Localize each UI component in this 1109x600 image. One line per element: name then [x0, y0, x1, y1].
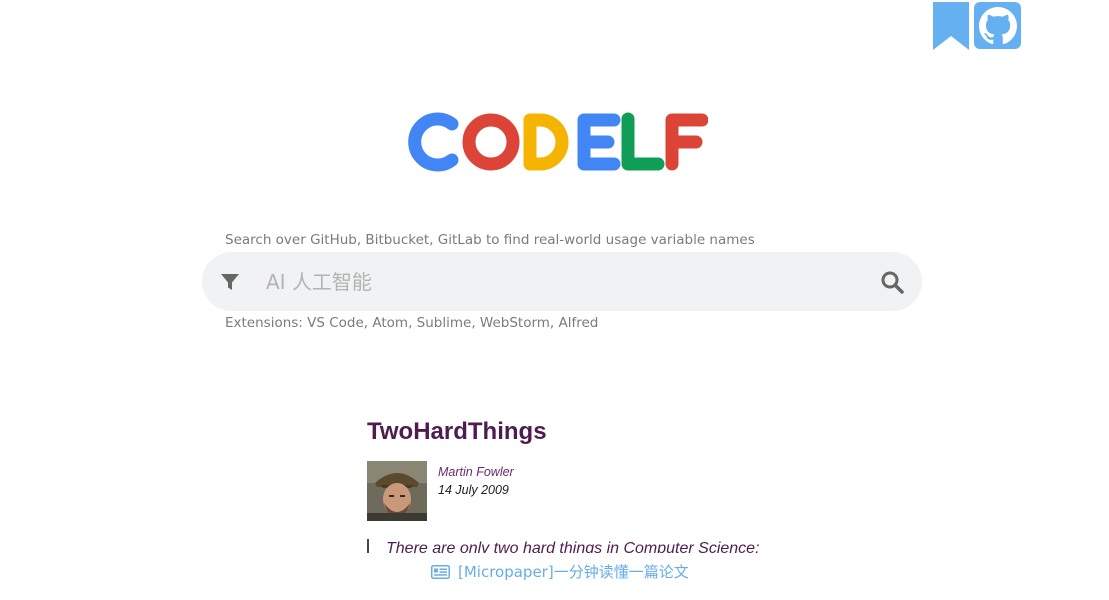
search-description: Search over GitHub, Bitbucket, GitLab to…: [225, 232, 755, 248]
extensions-text: Extensions: VS Code, Atom, Sublime, WebS…: [225, 315, 599, 331]
newspaper-icon: [431, 564, 450, 579]
search-button[interactable]: [878, 268, 906, 296]
bookmark-icon[interactable]: [932, 2, 970, 52]
codelf-logo: [407, 112, 708, 172]
search-icon: [881, 271, 904, 294]
article-card: TwoHardThings Martin Fowler 14 July 2009…: [367, 418, 787, 553]
top-icons: [932, 2, 1021, 52]
github-icon: [978, 6, 1017, 44]
article-meta: Martin Fowler 14 July 2009: [367, 461, 787, 521]
filter-icon: [221, 273, 239, 290]
micropaper-label: [Micropaper]一分钟读懂一篇论文: [458, 563, 689, 581]
article-quote: There are only two hard things in Comput…: [367, 539, 787, 553]
logo: [0, 112, 1109, 177]
github-button[interactable]: [974, 2, 1021, 49]
search-input[interactable]: [266, 269, 878, 294]
article-title: TwoHardThings: [367, 418, 547, 445]
author-name[interactable]: Martin Fowler: [438, 463, 514, 481]
publish-date: 14 July 2009: [438, 483, 509, 497]
search-section: Search over GitHub, Bitbucket, GitLab to…: [202, 232, 922, 331]
search-bar: [202, 252, 922, 311]
filter-button[interactable]: [220, 272, 240, 292]
author-avatar: [367, 461, 427, 521]
meta-text: Martin Fowler 14 July 2009: [438, 461, 514, 521]
micropaper-link[interactable]: [Micropaper]一分钟读懂一篇论文: [431, 561, 689, 582]
